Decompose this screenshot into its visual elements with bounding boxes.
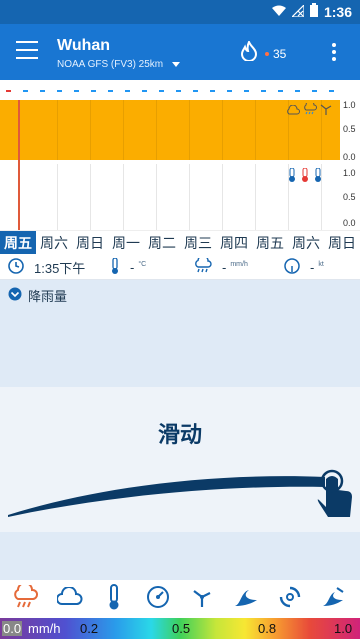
day-tab[interactable]: 周六 [36, 231, 72, 254]
panel-title: 降雨量 [28, 289, 68, 304]
precip-item: - mm/h [194, 255, 248, 277]
temperature-item: - °C [110, 257, 147, 277]
surf-layer-button[interactable] [318, 583, 350, 615]
current-time-line [18, 100, 20, 230]
surf-icon [321, 586, 347, 613]
scale-label: 0.5 [343, 124, 356, 134]
precip-value: - [222, 260, 227, 275]
wifi-icon [271, 4, 286, 20]
time-value: 1:35下午 [34, 261, 86, 276]
legend-unit: mm/h [28, 621, 61, 636]
pressure-gauge-icon [146, 585, 170, 614]
hurricane-layer-button[interactable] [274, 583, 306, 615]
battery-icon [309, 3, 318, 20]
temperature-layer-button[interactable] [98, 583, 130, 615]
temperature-value: - [130, 260, 135, 275]
legend-value: 0.8 [258, 621, 277, 636]
thermometer-icon [110, 257, 120, 277]
forecast-chart[interactable]: 1.0 0.5 0.0 1.0 0.5 0.0 [0, 80, 360, 230]
day-tab[interactable]: 周四 [216, 231, 252, 254]
day-strip: 周五 周六 周日 周一 周二 周三 周四 周五 周六 周日 [0, 230, 360, 254]
fire-alert-button[interactable]: 35 [240, 39, 287, 66]
day-tab[interactable]: 周五 [252, 231, 288, 254]
layer-dropdown-icon [8, 287, 22, 304]
panel-header[interactable]: 降雨量 [8, 286, 67, 305]
rain-icon [194, 255, 212, 277]
precip-legend: 0.0 mm/h 0.2 0.5 0.8 1.0 [0, 618, 360, 639]
location-title[interactable]: Wuhan [57, 37, 110, 55]
chevron-down-icon [172, 62, 181, 67]
wind-icon [320, 102, 332, 120]
wind-gauge-icon [284, 258, 300, 277]
wind-turbine-icon [190, 585, 214, 614]
legend-value: 0.2 [80, 621, 99, 636]
scale-label: 0.0 [343, 218, 356, 228]
day-tab[interactable]: 周日 [324, 231, 360, 254]
no-signal-icon [290, 3, 305, 20]
scale-label: 1.0 [343, 100, 356, 110]
scale-label: 0.0 [343, 152, 356, 162]
day-tab[interactable]: 周二 [144, 231, 180, 254]
day-tab[interactable]: 周六 [288, 231, 324, 254]
bottom-chart-icons [287, 167, 323, 187]
legend-zero: 0.0 [2, 621, 23, 636]
wave-icon [233, 586, 259, 613]
swipe-gesture-icon [8, 469, 352, 517]
wave-layer-button[interactable] [230, 583, 262, 615]
legend-value: 0.5 [172, 621, 191, 636]
day-tab[interactable]: 周五 [0, 231, 36, 254]
current-conditions-row: 1:35下午 - °C - mm/h - kt [0, 254, 360, 280]
layer-toolbar [0, 580, 360, 618]
rain-icon [13, 581, 39, 614]
thermometer-icon [313, 167, 323, 187]
model-selector[interactable]: NOAA GFS (FV3) 25km [57, 59, 181, 70]
cloud-icon [286, 102, 300, 120]
rain-layer-button[interactable] [10, 581, 42, 615]
thermometer-red-icon [300, 167, 310, 187]
scale-label: 1.0 [343, 168, 356, 178]
menu-icon[interactable] [16, 41, 38, 61]
wind-unit: kt [318, 261, 324, 268]
model-label: NOAA GFS (FV3) 25km [57, 59, 164, 70]
legend-value: 1.0 [334, 621, 353, 636]
fire-icon [240, 39, 258, 66]
scale-label: 0.5 [343, 192, 356, 202]
wind-value: - [310, 260, 315, 275]
detail-panel: 降雨量 滑动 [0, 280, 360, 580]
hurricane-icon [278, 585, 302, 614]
status-bar: 1:36 [0, 0, 360, 24]
thermometer-blue-icon [287, 167, 297, 187]
fire-dot [265, 51, 269, 56]
wind-item: - kt [284, 258, 324, 277]
cloud-layer-button[interactable] [54, 583, 86, 615]
top-chart-icons [286, 100, 332, 120]
fire-count: 35 [273, 46, 287, 61]
day-tab[interactable]: 周三 [180, 231, 216, 254]
cloud-icon [56, 585, 83, 612]
clock-icon [8, 258, 24, 277]
dash-row [0, 86, 340, 96]
rain-icon [303, 100, 317, 120]
status-time: 1:36 [323, 3, 352, 20]
time-item: 1:35下午 [8, 258, 85, 277]
precip-unit: mm/h [230, 261, 248, 268]
pressure-layer-button[interactable] [142, 583, 174, 615]
more-options-icon[interactable] [330, 43, 338, 61]
temperature-unit: °C [138, 261, 147, 268]
wind-layer-button[interactable] [186, 583, 218, 615]
day-tab[interactable]: 周日 [72, 231, 108, 254]
app-bar: Wuhan NOAA GFS (FV3) 25km 35 [0, 24, 360, 80]
swipe-hint[interactable]: 滑动 [0, 387, 360, 532]
thermometer-icon [107, 583, 121, 615]
day-tab[interactable]: 周一 [108, 231, 144, 254]
